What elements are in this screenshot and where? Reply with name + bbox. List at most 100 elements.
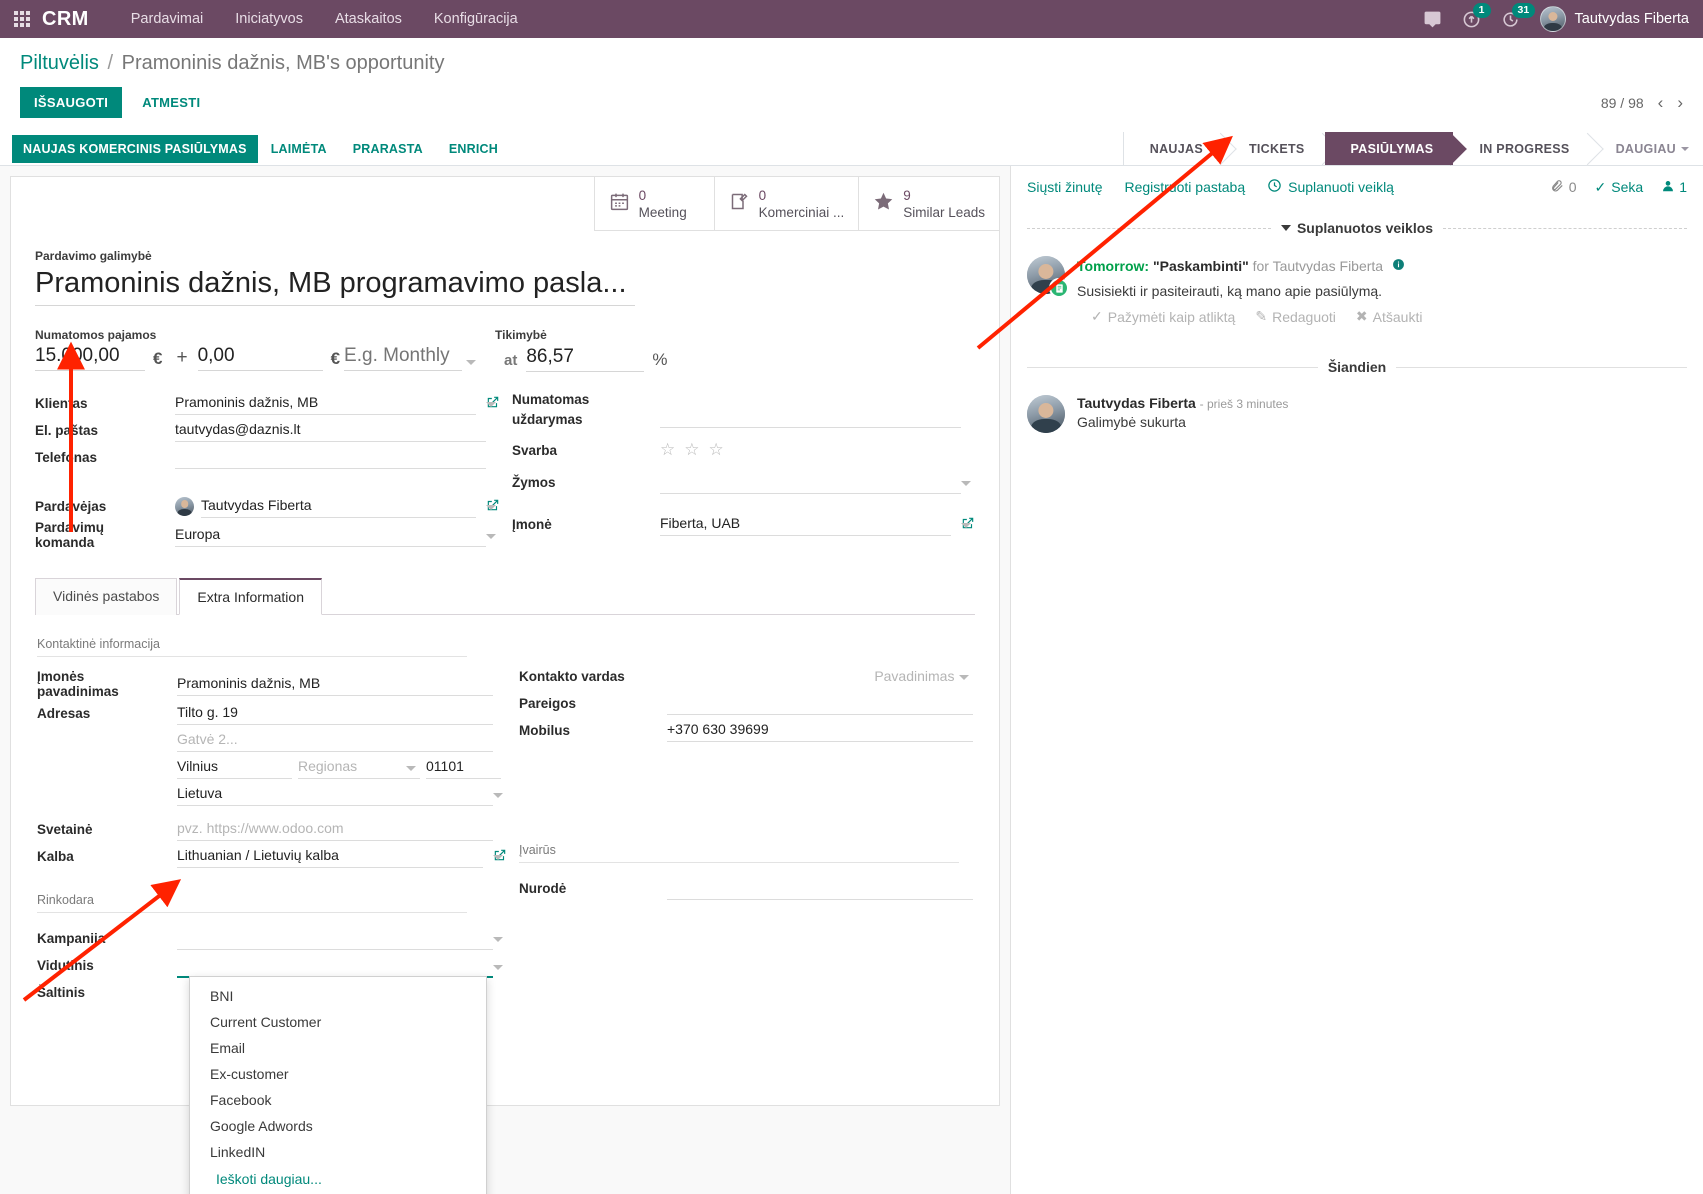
tab-internal-notes[interactable]: Vidinės pastabos <box>35 578 178 616</box>
contact-title-input[interactable] <box>874 664 973 688</box>
stage-naujas[interactable]: NAUJAS <box>1123 132 1223 165</box>
customer-value <box>175 391 500 416</box>
send-message-button[interactable]: Siųsti žinutę <box>1027 179 1102 195</box>
dropdown-option-email[interactable]: Email <box>190 1035 486 1061</box>
recurring-plan-input[interactable] <box>344 344 463 372</box>
address-country-input[interactable] <box>177 782 494 807</box>
menu-item-configuration[interactable]: Konfigūracija <box>418 2 534 36</box>
expected-revenue-input[interactable] <box>35 344 145 372</box>
company-input[interactable] <box>659 512 951 537</box>
phone-label: Telefonas <box>35 449 98 465</box>
salesperson-external-link-icon[interactable] <box>486 498 500 515</box>
salesperson-avatar <box>175 496 194 516</box>
star-icon-1[interactable]: ☆ <box>660 440 675 460</box>
chevron-right-icon[interactable]: › <box>1677 94 1683 111</box>
enrich-button[interactable]: ENRICH <box>436 135 511 163</box>
menu-item-reports[interactable]: Ataskaitos <box>319 2 418 36</box>
email-input[interactable] <box>175 418 487 443</box>
clock-icon[interactable]: 31 <box>1501 2 1536 29</box>
follow-button[interactable]: ✓ Seka <box>1595 179 1644 196</box>
priority-stars[interactable]: ☆ ☆ ☆ <box>660 440 724 460</box>
address-state-input[interactable] <box>298 754 420 779</box>
percent-symbol: % <box>652 350 668 370</box>
referred-by-input[interactable] <box>667 876 973 901</box>
dropdown-option-ex-customer[interactable]: Ex-customer <box>190 1061 486 1087</box>
stage-tickets[interactable]: TICKETS <box>1222 132 1325 165</box>
stage-pasiulymas[interactable]: PASIŪLYMAS <box>1324 132 1454 165</box>
recurring-revenue-input[interactable] <box>197 344 323 372</box>
user-menu[interactable]: Tautvydas Fiberta <box>1539 6 1689 32</box>
log-note-button[interactable]: Registruoti pastabą <box>1124 179 1245 195</box>
discard-button[interactable]: ATMESTI <box>128 87 214 118</box>
info-icon[interactable] <box>1392 259 1405 274</box>
dropdown-option-current-customer[interactable]: Current Customer <box>190 1009 486 1035</box>
smart-button-meeting[interactable]: 0 Meeting <box>593 177 714 232</box>
attachment-count-button[interactable]: 0 <box>1550 179 1577 196</box>
recurring-plan-chevron-down-icon[interactable] <box>466 360 477 366</box>
opportunity-title-input[interactable] <box>35 265 635 307</box>
contact-name-input[interactable] <box>667 664 869 688</box>
smart-button-similar-leads[interactable]: 9 Similar Leads <box>858 177 999 232</box>
schedule-activity-button[interactable]: Suplanuoti veiklą <box>1267 178 1394 196</box>
address-street-input[interactable] <box>177 701 494 726</box>
dropdown-option-bni[interactable]: BNI <box>190 983 486 1009</box>
dropdown-option-facebook[interactable]: Facebook <box>190 1087 486 1113</box>
apps-grid-icon[interactable] <box>14 11 30 27</box>
priority-label: Svarba <box>511 442 558 458</box>
clock-up-icon[interactable]: 1 <box>1462 2 1491 29</box>
tab-extra-information[interactable]: Extra Information <box>179 578 322 616</box>
followers-button[interactable]: 1 <box>1661 179 1687 196</box>
customer-external-link-icon[interactable] <box>486 395 500 412</box>
planned-activities-label: Suplanuotos veiklos <box>1296 220 1434 236</box>
cancel-activity-button[interactable]: ✖ Atšaukti <box>1356 308 1423 325</box>
salesperson-input[interactable] <box>201 494 476 519</box>
tags-input[interactable] <box>659 470 962 495</box>
paperclip-icon <box>1550 179 1564 196</box>
website-input[interactable] <box>177 817 494 842</box>
customer-input[interactable] <box>175 391 476 416</box>
planned-activities-title[interactable]: Suplanuotos veiklos <box>1280 220 1434 236</box>
address-zip-input[interactable] <box>426 754 501 779</box>
chevron-left-icon[interactable]: ‹ <box>1658 94 1664 111</box>
dropdown-option-linkedin[interactable]: LinkedIN <box>190 1139 486 1165</box>
job-position-input[interactable] <box>667 691 973 716</box>
mark-won-button[interactable]: LAIMĖTA <box>258 135 340 163</box>
stage-more[interactable]: DAUGIAU <box>1589 132 1703 165</box>
mark-lost-button[interactable]: PRARASTA <box>340 135 436 163</box>
campaign-input[interactable] <box>177 926 494 951</box>
medium-input[interactable] <box>177 952 494 978</box>
address-street2-input[interactable] <box>177 728 494 753</box>
mark-done-button[interactable]: ✓ Pažymėti kaip atliktą <box>1091 308 1235 325</box>
chat-bubble-icon[interactable] <box>1423 10 1442 29</box>
save-button[interactable]: IŠSAUGOTI <box>20 87 123 118</box>
menu-item-sales[interactable]: Pardavimai <box>115 2 220 36</box>
mark-done-label: Pažymėti kaip atliktą <box>1107 308 1236 325</box>
menu-item-leads[interactable]: Iniciatyvos <box>219 2 319 36</box>
phone-input[interactable] <box>175 445 487 470</box>
breadcrumb-root[interactable]: Piltuvėlis <box>20 52 99 74</box>
smart-button-quotations[interactable]: 0 Komerciniai ... <box>713 177 859 232</box>
language-external-link-icon[interactable] <box>493 848 507 865</box>
activity-actions: ✓ Pažymėti kaip atliktą ✎ Redaguoti ✖ At… <box>1077 308 1687 325</box>
app-brand[interactable]: CRM <box>42 8 89 31</box>
edit-activity-button[interactable]: ✎ Redaguoti <box>1255 308 1336 325</box>
breadcrumb-bar: Piltuvėlis / Pramoninis dažnis, MB's opp… <box>0 38 1703 75</box>
new-quotation-button[interactable]: NAUJAS KOMERCINIS PASIŪLYMAS <box>12 134 258 163</box>
address-city-input[interactable] <box>177 754 292 779</box>
expected-closing-input[interactable] <box>659 404 962 429</box>
log-author[interactable]: Tautvydas Fiberta <box>1077 395 1196 411</box>
stage-in-progress[interactable]: IN PROGRESS <box>1453 132 1590 165</box>
star-icon-3[interactable]: ☆ <box>708 440 723 460</box>
mobile-input[interactable] <box>667 718 973 743</box>
sales-team-input[interactable] <box>175 523 487 548</box>
company-external-link-icon[interactable] <box>961 516 975 533</box>
priority-value: ☆ ☆ ☆ <box>660 440 975 460</box>
dropdown-option-google-adwords[interactable]: Google Adwords <box>190 1113 486 1139</box>
probability-input[interactable] <box>526 345 645 373</box>
language-input[interactable] <box>177 844 483 869</box>
company-name-input[interactable] <box>177 672 494 697</box>
medium-dropdown[interactable]: BNI Current Customer Email Ex-customer F… <box>189 976 487 1194</box>
smart-button-meeting-label: Meeting <box>638 204 687 220</box>
dropdown-search-more[interactable]: Ieškoti daugiau... <box>190 1165 486 1193</box>
star-icon-2[interactable]: ☆ <box>684 440 699 460</box>
